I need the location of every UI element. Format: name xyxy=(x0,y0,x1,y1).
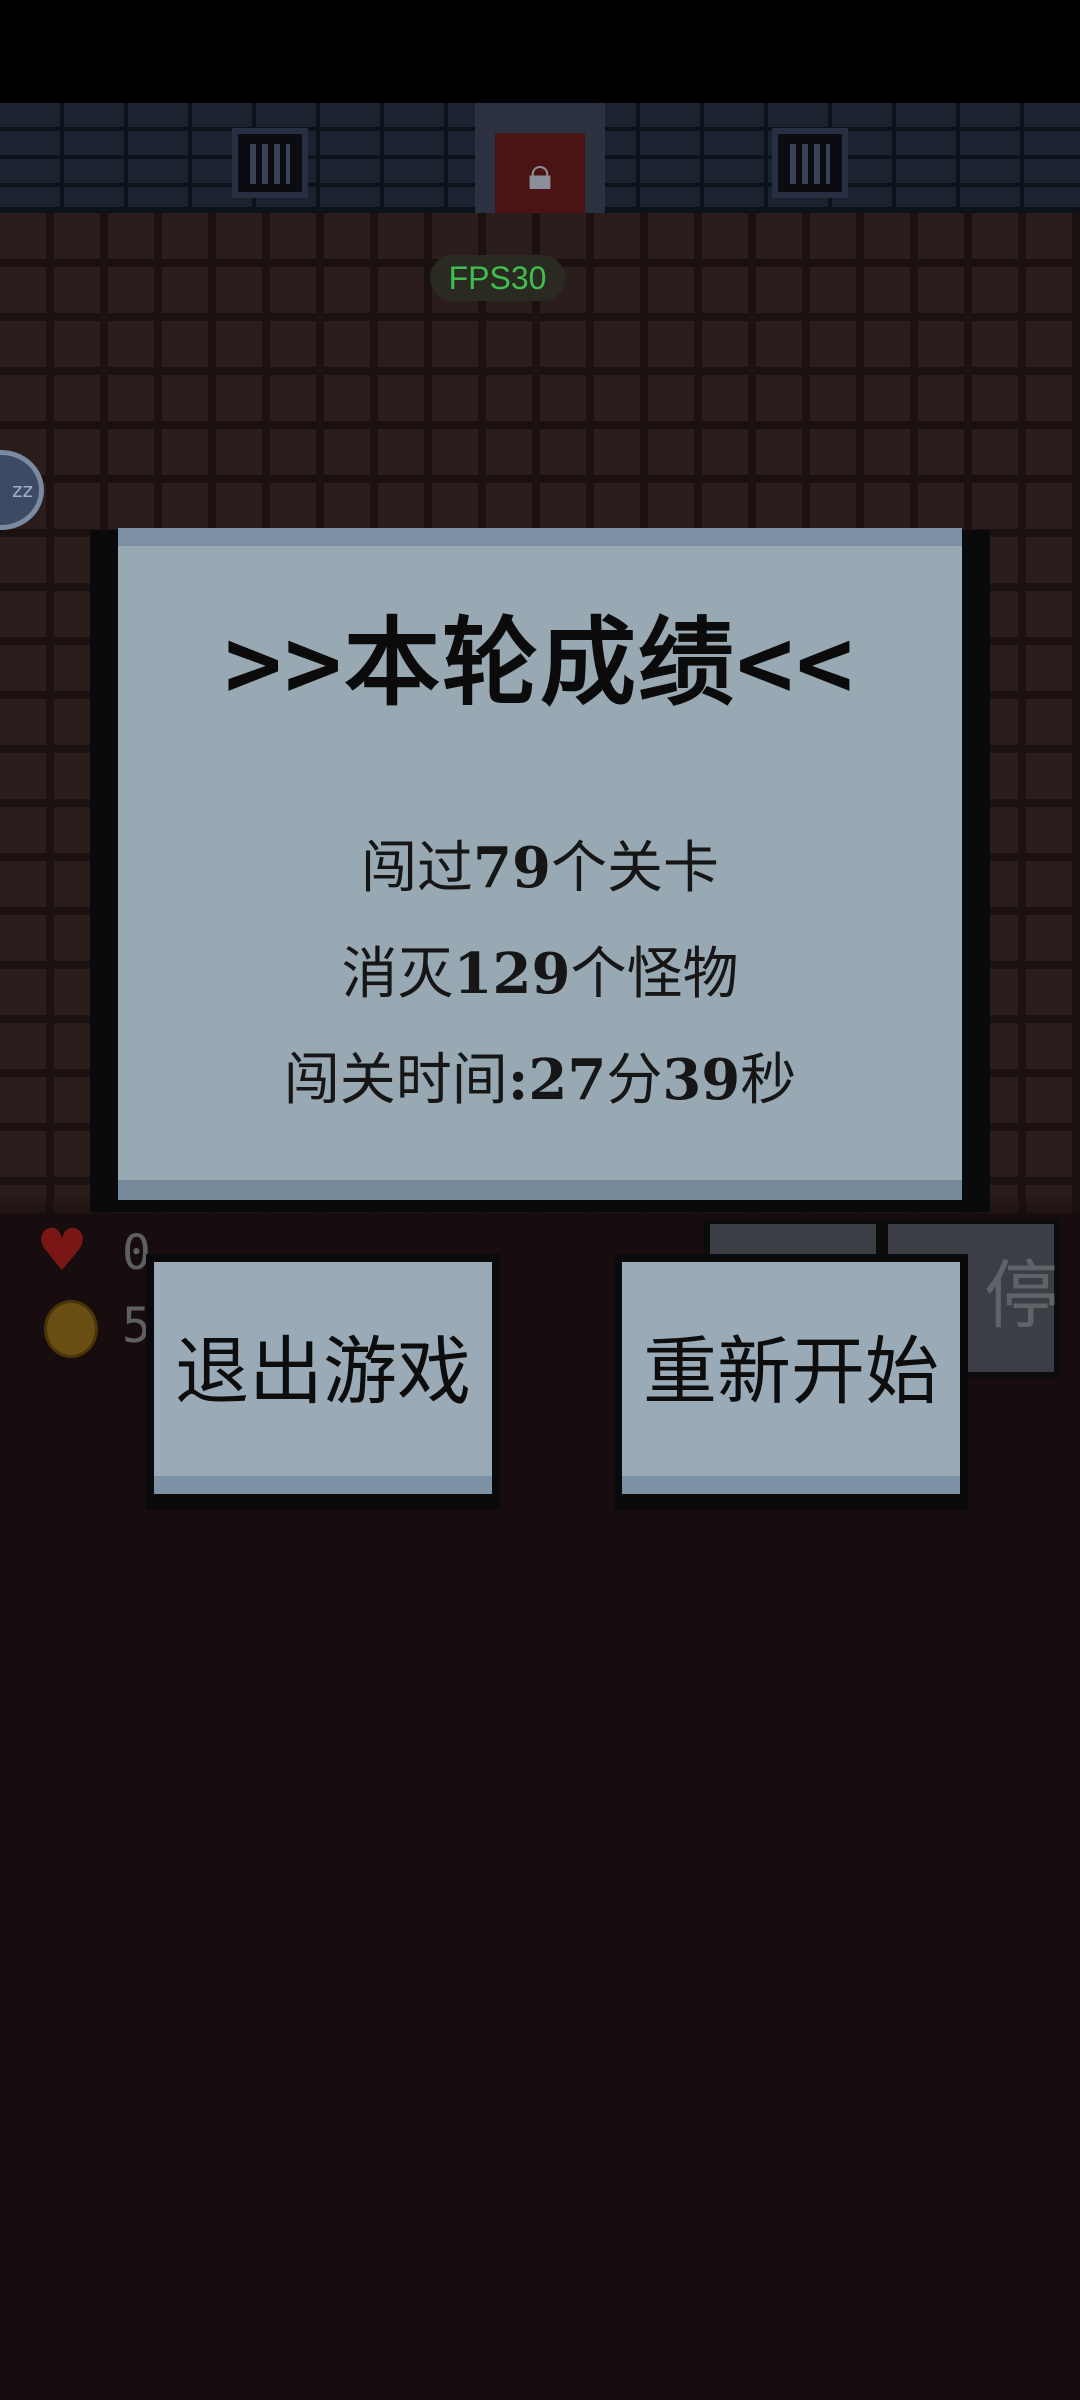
top-status-area xyxy=(0,0,1080,103)
wall-grate-right xyxy=(772,128,848,198)
time-minutes: 27 xyxy=(528,1047,607,1113)
lock-icon: 🔒︎ xyxy=(527,146,553,200)
wall-grate-left xyxy=(232,128,308,198)
kills-prefix: 消灭 xyxy=(341,942,454,1007)
heart-icon: ♥ xyxy=(36,1216,88,1284)
exit-game-label: 退出游戏 xyxy=(175,1329,471,1415)
time-seconds-unit: 秒 xyxy=(740,1048,797,1113)
levels-prefix: 闯过 xyxy=(361,836,474,901)
levels-value: 79 xyxy=(473,835,551,901)
sleep-icon: zz xyxy=(12,478,33,502)
time-prefix: 闯关时间 xyxy=(283,1048,508,1113)
time-seconds: 39 xyxy=(662,1047,741,1113)
restart-button[interactable]: 重新开始 xyxy=(614,1254,968,1510)
levels-cleared-line: 闯过79个关卡 xyxy=(118,828,962,909)
kills-value: 129 xyxy=(453,941,571,1007)
coin-icon xyxy=(44,1300,98,1358)
locked-door: 🔒︎ xyxy=(475,103,605,213)
kills-suffix: 个怪物 xyxy=(570,942,739,1007)
game-screen: 🔒︎ FPS30 zz ♥ 0 5 停 >>本轮成绩<< 闯过79个关卡 消灭1… xyxy=(0,0,1080,2400)
dialog-top-band xyxy=(118,528,962,546)
exit-game-button-face: 退出游戏 xyxy=(154,1262,492,1494)
restart-label: 重新开始 xyxy=(643,1329,939,1415)
restart-button-face: 重新开始 xyxy=(622,1262,960,1494)
door-frame: 🔒︎ xyxy=(495,133,585,213)
time-minutes-unit: 分 xyxy=(606,1048,663,1113)
levels-suffix: 个关卡 xyxy=(550,836,719,901)
time-separator: : xyxy=(507,1047,529,1113)
dialog-title: >>本轮成绩<< xyxy=(224,607,856,719)
exit-game-button[interactable]: 退出游戏 xyxy=(146,1254,500,1510)
clear-time-line: 闯关时间:27分39秒 xyxy=(118,1040,962,1121)
results-dialog: >>本轮成绩<< 闯过79个关卡 消灭129个怪物 闯关时间:27分39秒 xyxy=(118,528,962,1200)
pause-button-label: 停 xyxy=(984,1253,1058,1339)
monsters-killed-line: 消灭129个怪物 xyxy=(118,934,962,1015)
fps-counter: FPS30 xyxy=(430,255,565,301)
